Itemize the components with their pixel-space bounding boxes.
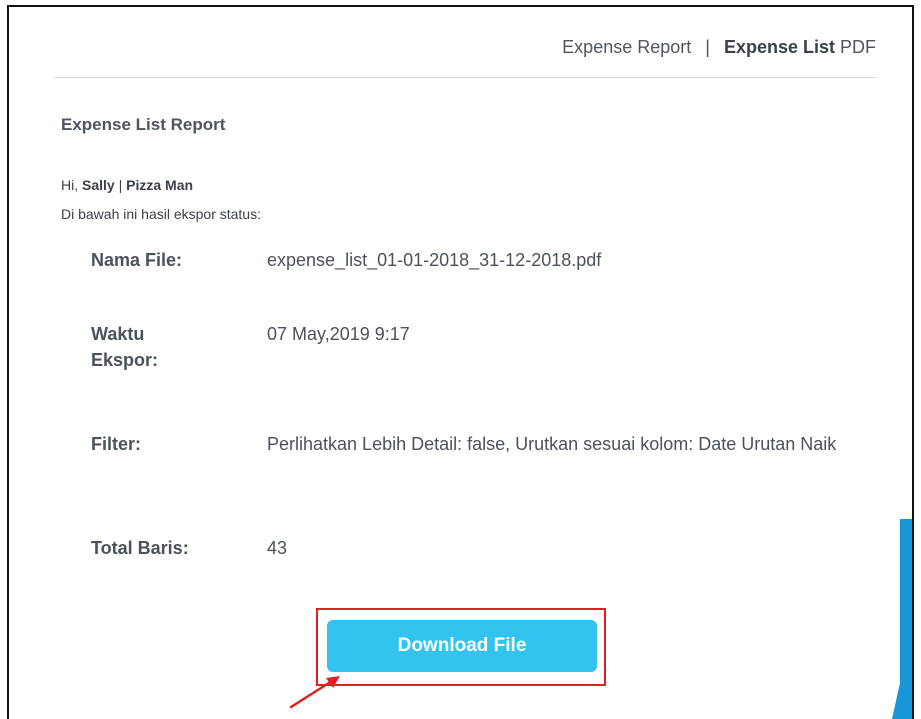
greeting-prefix: Hi,: [61, 177, 79, 193]
user-name: Sally: [82, 177, 115, 193]
header-separator: |: [705, 37, 710, 57]
greeting-separator: |: [118, 177, 123, 193]
greeting-line: Hi, Sally | Pizza Man: [61, 177, 193, 193]
expense-list-link-suffix[interactable]: PDF: [840, 37, 876, 57]
header-divider: [54, 77, 876, 78]
download-highlight-box: Download File: [316, 608, 606, 686]
annotation-arrow-icon: [289, 676, 340, 709]
report-title: Expense List Report: [61, 115, 226, 134]
scrollbar-thumb[interactable]: [892, 519, 912, 719]
export-time-label-line1: Waktu: [91, 324, 145, 344]
total-rows-value: 43: [267, 538, 288, 558]
file-name-value: expense_list_01-01-2018_31-12-2018.pdf: [267, 250, 602, 270]
scrollbar-track[interactable]: [892, 7, 912, 719]
filter-value: Perlihatkan Lebih Detail: false, Urutkan…: [267, 434, 837, 454]
expense-report-link[interactable]: Expense Report: [562, 37, 691, 57]
export-time-label: Waktu Ekspor:: [91, 321, 231, 373]
total-rows-label: Total Baris:: [91, 538, 189, 558]
download-file-button[interactable]: Download File: [327, 620, 597, 672]
expense-list-link-bold[interactable]: Expense List: [724, 37, 835, 57]
export-time-value: 07 May,2019 9:17: [267, 324, 410, 344]
intro-text: Di bawah ini hasil ekspor status:: [61, 206, 261, 222]
filter-label: Filter:: [91, 434, 142, 454]
file-name-label: Nama File:: [91, 250, 183, 270]
header-links: Expense Report | Expense List PDF: [54, 37, 876, 58]
export-time-label-line2: Ekspor:: [91, 350, 159, 370]
company-name: Pizza Man: [126, 177, 194, 193]
